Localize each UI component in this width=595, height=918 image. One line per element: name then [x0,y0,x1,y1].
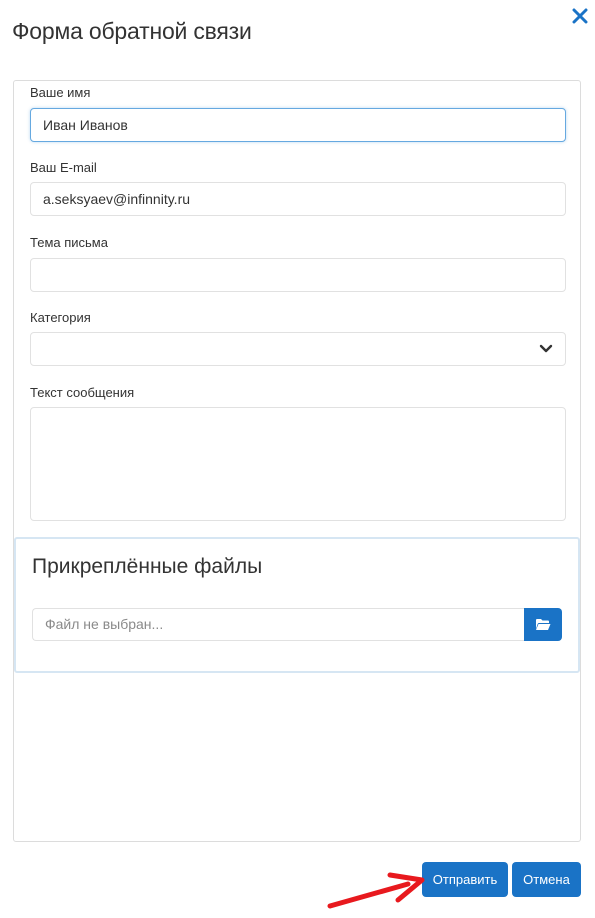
name-input[interactable] [30,108,566,142]
file-input[interactable]: Файл не выбран... [32,608,524,641]
form-panel: Ваше имя Ваш E-mail Тема письма Категори… [13,80,581,842]
attachments-panel: Прикреплённые файлы Файл не выбран... [14,537,580,673]
close-button[interactable] [568,4,592,28]
subject-label: Тема письма [30,235,108,250]
close-icon [572,8,588,24]
dialog-title: Форма обратной связи [12,18,252,44]
category-select[interactable] [30,332,566,366]
attachments-title: Прикреплённые файлы [32,555,263,578]
email-label: Ваш E-mail [30,160,97,175]
email-input[interactable] [30,182,566,216]
file-browse-button[interactable] [524,608,562,641]
folder-open-icon [536,619,551,630]
name-label: Ваше имя [30,85,91,100]
feedback-dialog: Форма обратной связи Ваше имя Ваш E-mail… [0,0,595,918]
message-label: Текст сообщения [30,385,135,400]
subject-input[interactable] [30,258,566,292]
annotation-arrow-icon [327,872,425,909]
message-textarea[interactable] [30,407,566,521]
chevron-down-icon [539,344,553,353]
cancel-button[interactable]: Отмена [512,862,581,897]
category-label: Категория [30,310,91,325]
submit-button[interactable]: Отправить [422,862,508,897]
